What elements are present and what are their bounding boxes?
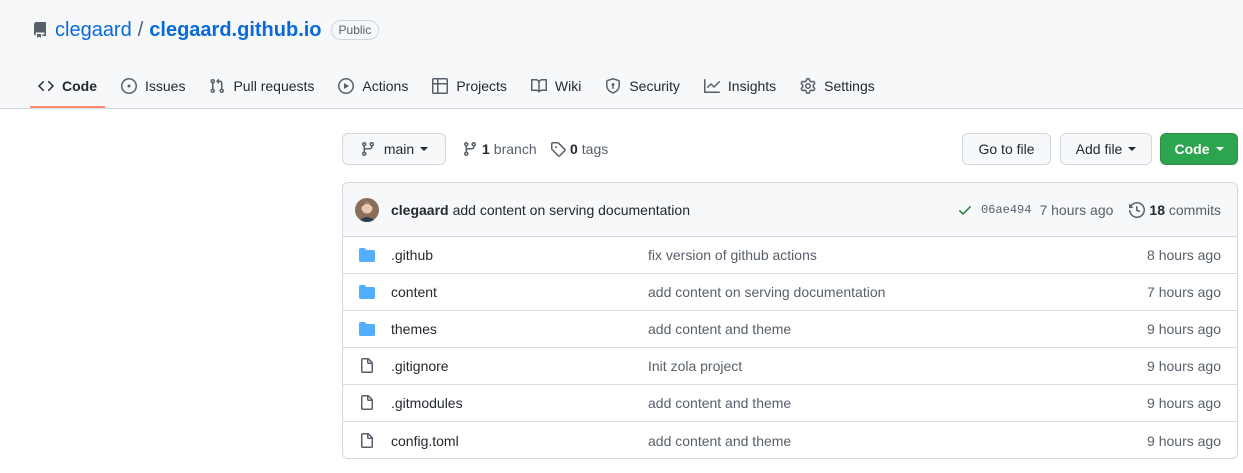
file-row-github[interactable]: .github fix version of github actions 8 … bbox=[343, 237, 1237, 274]
tab-wiki-label: Wiki bbox=[554, 78, 582, 94]
repo-title: clegaard / clegaard.github.io Public bbox=[32, 17, 380, 43]
add-file-button[interactable]: Add file bbox=[1060, 133, 1152, 165]
repo-owner-link[interactable]: clegaard bbox=[55, 19, 132, 42]
tab-settings-label: Settings bbox=[824, 78, 875, 94]
file-name-link[interactable]: .gitmodules bbox=[391, 395, 463, 411]
tab-projects[interactable]: Projects bbox=[424, 66, 515, 106]
tags-link[interactable]: 0 tags bbox=[550, 140, 608, 158]
git-branch-icon bbox=[462, 141, 478, 157]
commit-count: 18 bbox=[1149, 202, 1165, 218]
repo-name-link[interactable]: clegaard.github.io bbox=[149, 19, 321, 42]
file-commit-time: 9 hours ago bbox=[1147, 432, 1221, 449]
go-to-file-button[interactable]: Go to file bbox=[962, 133, 1051, 165]
tab-wiki[interactable]: Wiki bbox=[523, 66, 589, 106]
book-icon bbox=[530, 78, 547, 94]
file-icon bbox=[359, 432, 375, 449]
file-commit-message-link[interactable]: fix version of github actions bbox=[648, 247, 817, 263]
file-commit-time: 9 hours ago bbox=[1147, 395, 1221, 411]
file-name-link[interactable]: .gitignore bbox=[391, 358, 449, 374]
tag-count: 0 bbox=[570, 141, 578, 157]
commit-sha-link[interactable]: 06ae494 bbox=[981, 203, 1031, 217]
folder-icon bbox=[359, 284, 375, 300]
chevron-down-icon bbox=[420, 147, 429, 151]
file-commit-message-link[interactable]: add content and theme bbox=[648, 395, 791, 411]
tag-count-label: tags bbox=[581, 141, 609, 157]
file-row-gitignore[interactable]: .gitignore Init zola project 9 hours ago bbox=[343, 348, 1237, 385]
file-commit-message-link[interactable]: Init zola project bbox=[648, 358, 742, 374]
tab-insights[interactable]: Insights bbox=[696, 66, 784, 106]
git-pull-request-icon bbox=[209, 78, 225, 94]
branches-link[interactable]: 1 branch bbox=[462, 140, 537, 158]
commit-count-label: commits bbox=[1168, 202, 1221, 218]
git-branch-icon bbox=[360, 141, 376, 157]
tab-code-label: Code bbox=[62, 78, 97, 94]
graph-icon bbox=[703, 78, 720, 94]
file-commit-time: 8 hours ago bbox=[1147, 247, 1221, 263]
commit-meta: 06ae494 7 hours ago 18 commits bbox=[957, 183, 1221, 237]
latest-commit-bar: clegaard add content on serving document… bbox=[343, 183, 1237, 237]
chevron-down-icon bbox=[1128, 147, 1137, 151]
tab-issues[interactable]: Issues bbox=[113, 66, 193, 106]
file-icon bbox=[359, 358, 375, 374]
play-icon bbox=[338, 78, 355, 94]
go-to-file-label: Go to file bbox=[978, 141, 1035, 157]
file-name-link[interactable]: themes bbox=[391, 321, 437, 337]
gear-icon bbox=[800, 78, 816, 94]
commit-time: 7 hours ago bbox=[1039, 202, 1114, 218]
tab-code[interactable]: Code bbox=[30, 66, 105, 108]
file-commit-time: 9 hours ago bbox=[1147, 321, 1221, 337]
commit-message-link[interactable]: add content on serving documentation bbox=[453, 202, 690, 218]
branch-count: 1 bbox=[482, 141, 490, 157]
tab-projects-label: Projects bbox=[456, 78, 507, 94]
code-button[interactable]: Code bbox=[1160, 133, 1238, 165]
file-icon bbox=[359, 395, 375, 411]
table-icon bbox=[432, 78, 449, 94]
avatar[interactable] bbox=[355, 197, 379, 222]
tab-pull-requests-label: Pull requests bbox=[233, 78, 315, 94]
file-name-link[interactable]: .github bbox=[391, 247, 433, 263]
file-row-themes[interactable]: themes add content and theme 9 hours ago bbox=[343, 311, 1237, 348]
file-name-link[interactable]: content bbox=[391, 284, 437, 300]
tab-security[interactable]: Security bbox=[597, 66, 688, 106]
tab-pull-requests[interactable]: Pull requests bbox=[201, 66, 322, 106]
code-button-label: Code bbox=[1174, 141, 1210, 157]
folder-icon bbox=[359, 247, 375, 263]
repo-nav: Code Issues Pull requests Actions Projec… bbox=[30, 66, 891, 108]
tab-security-label: Security bbox=[629, 78, 680, 94]
tab-insights-label: Insights bbox=[727, 78, 777, 94]
file-row-content[interactable]: content add content on serving documenta… bbox=[343, 274, 1237, 311]
tag-icon bbox=[550, 141, 566, 157]
add-file-label: Add file bbox=[1075, 141, 1123, 157]
file-commit-message-link[interactable]: add content and theme bbox=[648, 321, 791, 337]
file-name-link[interactable]: config.toml bbox=[391, 433, 459, 449]
path-separator: / bbox=[137, 18, 144, 41]
repo-icon bbox=[32, 22, 48, 38]
tab-settings[interactable]: Settings bbox=[792, 66, 883, 106]
code-icon bbox=[38, 78, 54, 94]
shield-icon bbox=[605, 78, 621, 94]
repo-header: clegaard / clegaard.github.io Public Cod… bbox=[0, 0, 1243, 109]
commit-author-link[interactable]: clegaard bbox=[391, 202, 449, 218]
file-commit-time: 9 hours ago bbox=[1147, 358, 1221, 374]
commits-history-link[interactable]: 18 commits bbox=[1149, 202, 1221, 218]
file-commit-message-link[interactable]: add content on serving documentation bbox=[648, 284, 885, 300]
file-commit-time: 7 hours ago bbox=[1147, 284, 1221, 300]
tab-actions[interactable]: Actions bbox=[330, 66, 416, 106]
file-browser: clegaard add content on serving document… bbox=[342, 182, 1238, 459]
history-icon bbox=[1129, 202, 1146, 218]
file-row-gitmodules[interactable]: .gitmodules add content and theme 9 hour… bbox=[343, 385, 1237, 422]
branch-count-label: branch bbox=[493, 141, 537, 157]
check-icon[interactable] bbox=[957, 202, 973, 218]
issue-opened-icon bbox=[121, 78, 137, 94]
tab-issues-label: Issues bbox=[145, 78, 186, 94]
file-commit-message-link[interactable]: add content and theme bbox=[648, 433, 791, 449]
folder-icon bbox=[359, 321, 375, 337]
branch-name: main bbox=[383, 141, 415, 157]
visibility-badge: Public bbox=[330, 20, 380, 40]
tab-actions-label: Actions bbox=[362, 78, 409, 94]
file-row-config-toml[interactable]: config.toml add content and theme 9 hour… bbox=[343, 422, 1237, 458]
chevron-down-icon bbox=[1215, 147, 1224, 151]
branch-select-button[interactable]: main bbox=[342, 133, 446, 165]
